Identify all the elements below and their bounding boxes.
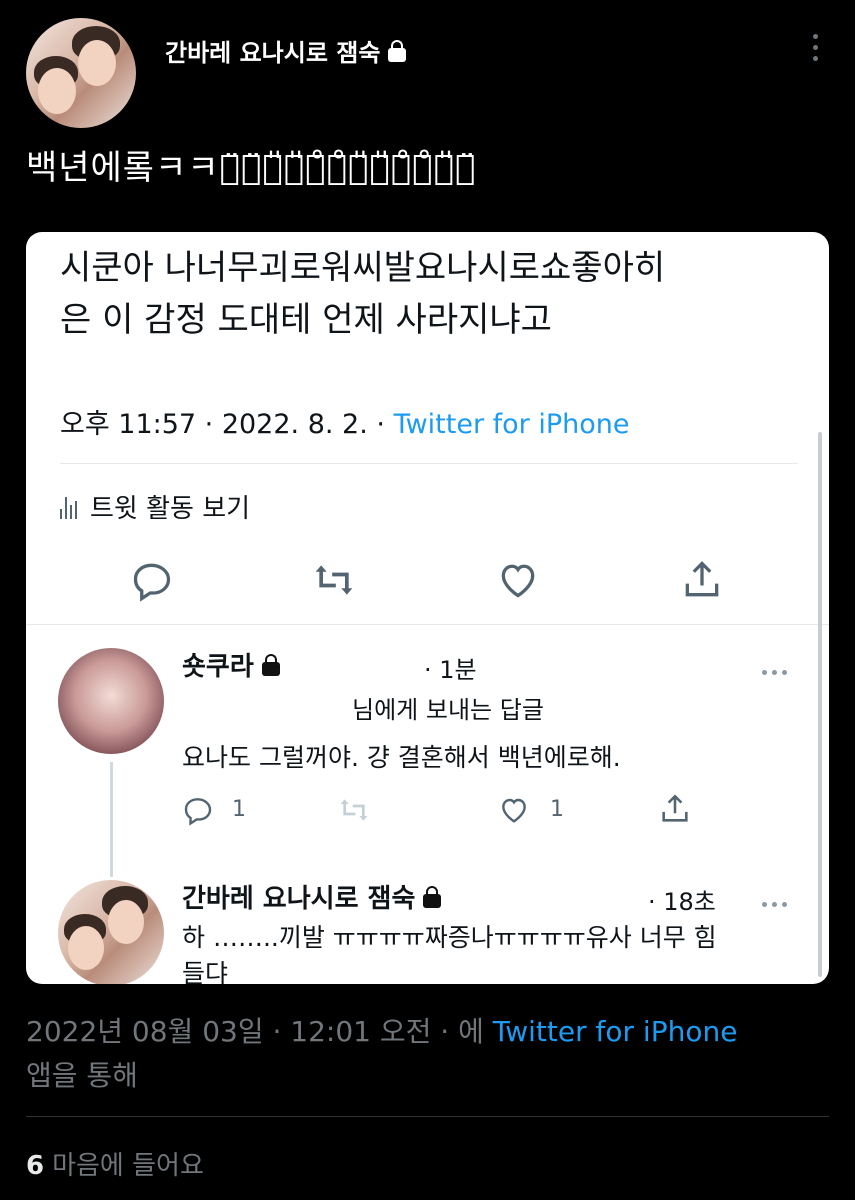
timestamp-text: 2022년 08월 03일 · 12:01 오전 · 에 (26, 1015, 493, 1048)
reply-body-2: 하 ……..끼발 ㅠㅠㅠㅠ짜증나ㅠㅠㅠㅠ유사 너무 힘 들댜 (182, 920, 717, 984)
lock-icon (261, 654, 280, 676)
reply-author-name: 숏쿠라 (182, 652, 254, 682)
reply-author: 숏쿠라 (182, 646, 280, 683)
reply-avatar-2 (58, 880, 164, 984)
quoted-action-bar (26, 558, 829, 608)
lock-icon (423, 886, 442, 908)
analytics-icon (60, 497, 78, 519)
reply-time-2: · 18초 (648, 888, 716, 916)
reply-count: 1 (232, 797, 246, 822)
divider (26, 1116, 829, 1117)
likes-stat[interactable]: 6 마음에 들어요 (26, 1145, 204, 1182)
share-icon (685, 561, 719, 597)
display-name-text: 간바레 요나시로 잼숙 (165, 39, 381, 67)
divider (26, 624, 829, 625)
meta-source: Twitter for iPhone (393, 409, 630, 440)
thread-line (110, 762, 113, 877)
meta-time: 오후 11:57 · 2022. 8. 2. · (60, 409, 394, 440)
reply-author-name-2: 간바레 요나시로 잼숙 (182, 884, 416, 914)
reply-time: · 1분 (424, 656, 477, 684)
reply-icon (133, 563, 171, 602)
reply-body-2-line-2: 들댜 (182, 959, 229, 984)
display-name[interactable]: 간바레 요나시로 잼숙 (165, 33, 407, 68)
tweet-activity-link: 트윗 활동 보기 (60, 488, 250, 525)
reply-icon (184, 798, 212, 826)
like-icon (502, 798, 526, 823)
lock-icon (388, 40, 407, 62)
reply-avatar (58, 648, 164, 754)
tweet-timestamp: 2022년 08월 03일 · 12:01 오전 · 에 Twitter for… (26, 1010, 826, 1098)
likes-count: 6 (26, 1151, 45, 1181)
reply-body-2-line-1: 하 ……..끼발 ㅠㅠㅠㅠ짜증나ㅠㅠㅠㅠ유사 너무 힘 (182, 923, 717, 952)
reply-body: 요나도 그럴꺼야. 걍 결혼해서 백년에로해. (182, 743, 621, 772)
likes-label: 마음에 들어요 (52, 1151, 204, 1181)
reply-more-icon (762, 892, 792, 907)
tweet-text: 백년에롴ㅋㅋㅋ̈ㅋ̈ㅋ̎ㅋ̎ㅋ̊ㅋ̊ㅋ̎ㅋ̎ㅋ̊ㅋ̊ㅋ̎ㅋ̈ (26, 148, 477, 188)
profile-avatar[interactable] (26, 18, 136, 128)
share-icon (662, 794, 688, 822)
reply-author-2: 간바레 요나시로 잼숙 (182, 878, 442, 915)
quoted-tweet-meta: 오후 11:57 · 2022. 8. 2. · Twitter for iPh… (60, 402, 629, 441)
like-count: 1 (550, 797, 564, 822)
divider (60, 463, 798, 464)
more-options-icon[interactable] (808, 34, 822, 74)
activity-label: 트윗 활동 보기 (90, 494, 251, 524)
attached-screenshot[interactable]: 시쿤아 나너무괴로워씨발요나시로쇼좋아히 은 이 감정 도대테 언제 사라지냐고… (26, 232, 829, 984)
scrollbar (818, 432, 822, 977)
replying-to: 님에게 보내는 답글 (352, 696, 544, 724)
source-link[interactable]: Twitter for iPhone (493, 1015, 738, 1048)
quoted-tweet-text: 시쿤아 나너무괴로워씨발요나시로쇼좋아히 은 이 감정 도대테 언제 사라지냐고 (60, 242, 665, 346)
reply-more-icon (762, 660, 792, 675)
like-icon (501, 564, 535, 598)
quoted-line-2: 은 이 감정 도대테 언제 사라지냐고 (60, 300, 552, 340)
via-text: 앱을 통해 (26, 1059, 138, 1092)
quoted-line-1: 시쿤아 나너무괴로워씨발요나시로쇼좋아히 (60, 248, 666, 288)
retweet-icon (340, 799, 368, 821)
retweet-icon (315, 565, 353, 595)
